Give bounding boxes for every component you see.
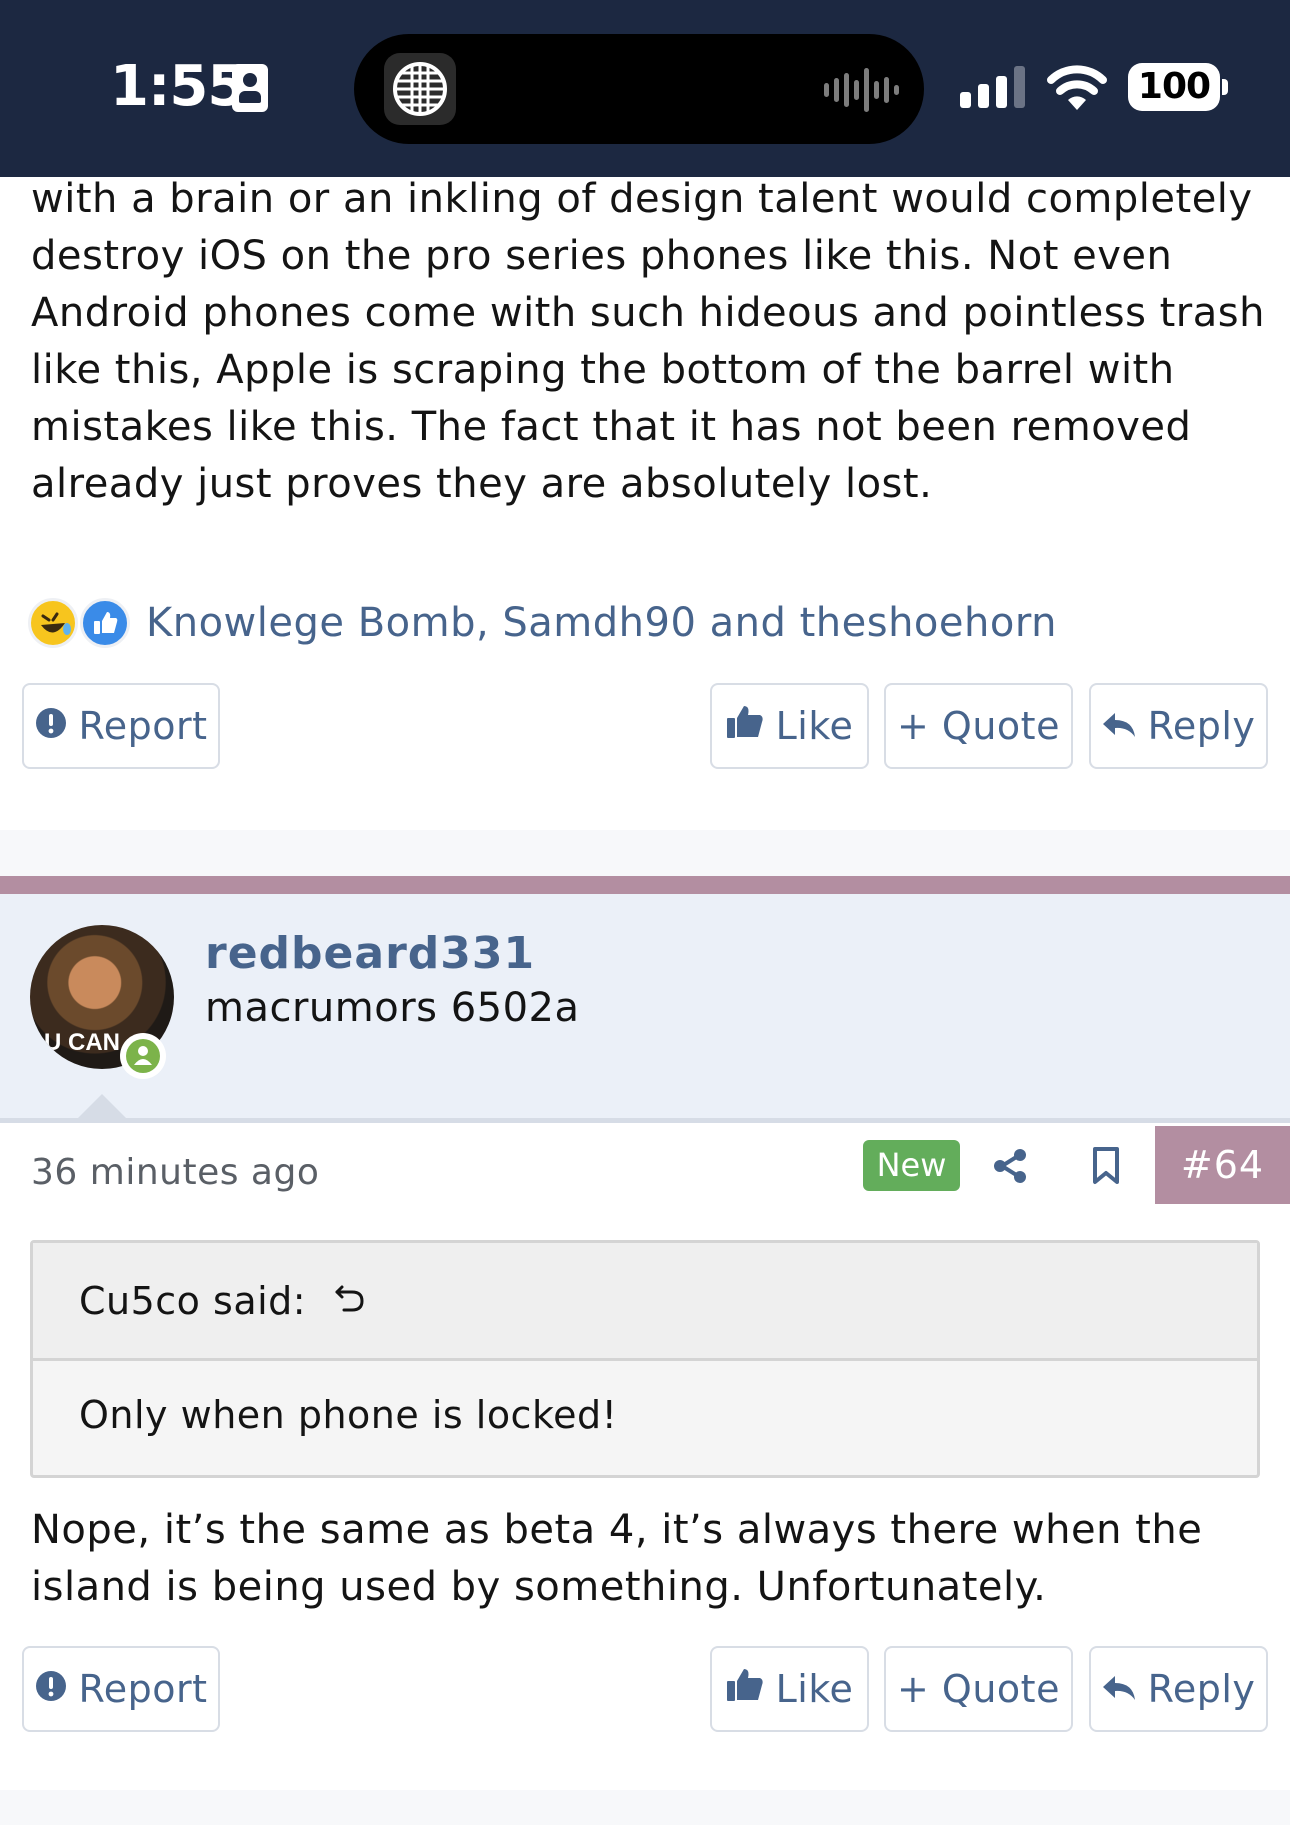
like-reaction-icon — [80, 598, 130, 648]
thumbs-up-icon — [726, 704, 764, 749]
status-time: 1:55 — [110, 54, 246, 119]
contact-card-icon — [232, 64, 268, 112]
globe-icon — [384, 53, 456, 125]
quote-label: + Quote — [897, 704, 1060, 748]
status-bar: 1:55 100 — [0, 0, 1290, 177]
post-body: Nope, it’s the same as beta 4, it’s alwa… — [31, 1507, 1203, 1610]
battery-tip — [1222, 79, 1228, 95]
laugh-reaction-icon — [28, 598, 78, 648]
user-title: macrumors 6502a — [205, 985, 580, 1031]
alert-circle-icon — [35, 704, 67, 748]
report-button[interactable]: Report — [22, 1646, 220, 1732]
quote-label: + Quote — [897, 1667, 1060, 1711]
online-status-icon — [120, 1033, 166, 1079]
reply-arrow-icon — [1102, 1667, 1136, 1711]
reply-label: Reply — [1147, 1667, 1256, 1711]
quote-author: Cu5co said: — [79, 1279, 307, 1323]
user-block-divider — [0, 1118, 1290, 1123]
quote-block: Cu5co said: Only when phone is locked! — [30, 1240, 1260, 1478]
like-button[interactable]: Like — [710, 683, 869, 769]
post-number[interactable]: #64 — [1155, 1126, 1290, 1204]
battery-icon: 100 — [1128, 63, 1220, 111]
new-badge: New — [863, 1140, 960, 1191]
username[interactable]: redbeard331 — [205, 928, 535, 979]
user-block-pointer — [76, 1094, 128, 1120]
thumbs-up-icon — [726, 1667, 764, 1712]
reply-button[interactable]: Reply — [1089, 1646, 1268, 1732]
like-label: Like — [775, 1667, 854, 1711]
quote-button[interactable]: + Quote — [884, 1646, 1073, 1732]
dynamic-island[interactable] — [354, 34, 924, 144]
report-label: Report — [78, 704, 208, 748]
quote-body: Only when phone is locked! — [79, 1393, 618, 1437]
alert-circle-icon — [35, 1667, 67, 1711]
reactions-names[interactable]: Knowlege Bomb, Samdh90 and theshoehorn — [146, 600, 1057, 646]
post-timestamp[interactable]: 36 minutes ago — [31, 1152, 319, 1193]
post-separator — [0, 830, 1290, 876]
reply-button[interactable]: Reply — [1089, 683, 1268, 769]
audio-waveform-icon — [824, 68, 899, 112]
post-accent-bar — [0, 876, 1290, 894]
reply-arrow-icon — [1102, 704, 1136, 748]
quote-button[interactable]: + Quote — [884, 683, 1073, 769]
wifi-icon — [1046, 60, 1108, 112]
report-button[interactable]: Report — [22, 683, 220, 769]
report-label: Report — [78, 1667, 208, 1711]
previous-post-body: with a brain or an inkling of design tal… — [31, 176, 1265, 507]
like-label: Like — [775, 704, 854, 748]
like-button[interactable]: Like — [710, 1646, 869, 1732]
avatar-caption: U CAN — [44, 1029, 120, 1056]
cellular-signal-icon — [960, 64, 1025, 108]
share-icon[interactable] — [990, 1146, 1030, 1186]
post-separator — [0, 1790, 1290, 1825]
user-block — [0, 894, 1290, 1120]
bookmark-icon[interactable] — [1090, 1146, 1122, 1186]
reactions-bar[interactable]: Knowlege Bomb, Samdh90 and theshoehorn — [28, 593, 1057, 653]
quote-header[interactable]: Cu5co said: — [33, 1243, 1257, 1361]
reply-label: Reply — [1147, 704, 1256, 748]
jump-to-quote-icon[interactable] — [333, 1281, 367, 1324]
